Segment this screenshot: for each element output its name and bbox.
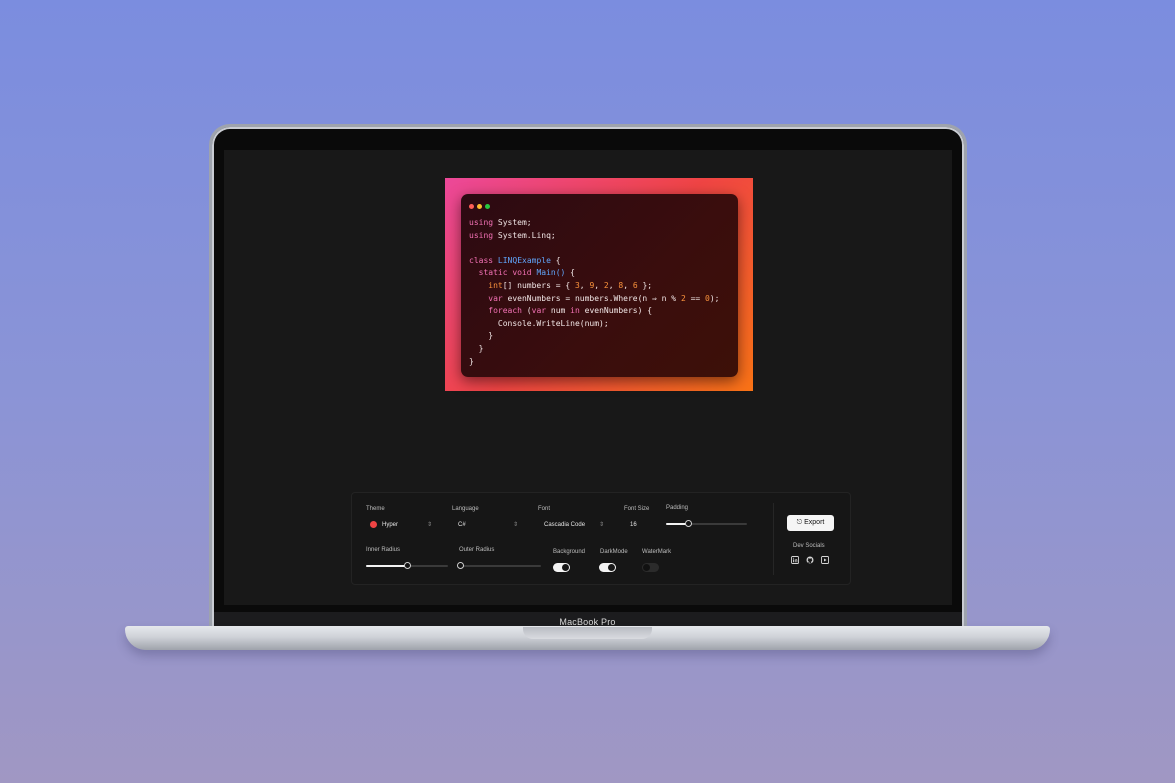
app-screen: using System; using System.Linq; class L… [224,150,952,605]
inner-radius-slider[interactable] [366,562,448,569]
code-token: System; [493,218,532,227]
code-token: } [469,331,494,341]
code-token: evenNumbers = numbers.Where(n ⇒ n % [502,293,681,303]
code-token: , [594,280,604,290]
theme-label: Theme [366,506,385,512]
outer-radius-slider-handle[interactable] [457,562,464,569]
code-token: Main() [536,268,566,278]
theme-color-icon [370,520,377,528]
minimize-dot-icon [477,204,482,209]
code-token: } [469,343,484,353]
code-token: , [579,280,590,290]
export-button[interactable]: ⎋ Export [787,515,834,531]
theme-select[interactable]: Hyper ⇕ [364,518,438,532]
code-token: }; [637,280,653,290]
code-token: Console.WriteLine(num); [469,318,609,328]
code-token: foreach [488,306,522,316]
inner-radius-slider-fill [366,565,407,567]
language-label: Language [452,506,479,512]
code-token: evenNumbers) { [579,306,653,316]
code-token: ( [521,306,532,316]
dev-socials-label: Dev Socials [793,543,825,549]
code-preview-frame: using System; using System.Linq; class L… [445,178,753,391]
background-label: Background [553,549,586,555]
darkmode-toggle[interactable] [599,563,616,572]
code-token: LINQExample [497,255,551,265]
padding-slider[interactable] [666,520,747,527]
watermark-label: WaterMark [642,549,672,555]
github-icon[interactable] [806,556,814,564]
code-block[interactable]: using System; using System.Linq; class L… [469,217,720,368]
toggle-knob [643,564,650,571]
code-token: { [565,268,575,278]
code-token: static void [478,268,532,278]
code-token: var [531,306,547,316]
code-token: using [469,218,494,227]
toggle-knob [562,564,569,571]
close-dot-icon [469,204,474,209]
font-size-label: Font Size [624,506,650,512]
font-select[interactable]: Cascadia Code ⇕ [538,518,610,532]
inner-radius-slider-handle[interactable] [404,562,411,569]
code-token: in [570,306,580,316]
language-value: C# [458,522,466,528]
font-label: Font [538,506,551,512]
code-token: using [469,230,494,240]
chevron-updown-icon: ⇕ [426,522,432,528]
chevron-updown-icon: ⇕ [512,522,518,528]
padding-slider-handle[interactable] [684,520,692,527]
code-token: == [685,293,706,303]
inner-radius-label: Inner Radius [366,547,401,553]
code-token: num [546,306,571,316]
watermark-toggle[interactable] [642,563,659,572]
darkmode-label: DarkMode [600,549,628,555]
code-token: } [469,356,474,366]
background-toggle[interactable] [553,563,570,572]
font-value: Cascadia Code [544,522,586,528]
maximize-dot-icon [485,204,490,209]
language-select[interactable]: C# ⇕ [452,518,524,532]
youtube-icon[interactable] [821,556,829,564]
export-label: Export [804,519,825,526]
outer-radius-label: Outer Radius [459,547,495,553]
code-token: { [550,255,561,265]
theme-value: Hyper [382,522,399,528]
laptop-notch [523,627,652,639]
controls-panel: Theme Hyper ⇕ Language C# ⇕ Font Cascadi… [351,492,851,585]
code-token: class [469,255,494,265]
device-label: MacBook Pro [559,617,616,627]
code-window: using System; using System.Linq; class L… [461,194,738,377]
code-token: var [488,293,503,303]
linkedin-icon[interactable] [791,556,799,564]
padding-label: Padding [666,505,689,511]
code-token: , [608,280,619,290]
divider [773,503,774,575]
code-token: int [488,280,503,290]
outer-radius-slider[interactable] [457,562,541,569]
font-size-value: 16 [630,522,637,528]
chevron-updown-icon: ⇕ [598,522,604,528]
code-token: ); [709,293,720,303]
code-token: System.Linq; [493,230,556,240]
font-size-input[interactable]: 16 [624,518,650,532]
code-token: [] numbers = { [502,280,575,290]
share-icon: ⎋ [796,519,803,526]
toggle-knob [608,564,615,571]
code-token: , [623,280,633,290]
